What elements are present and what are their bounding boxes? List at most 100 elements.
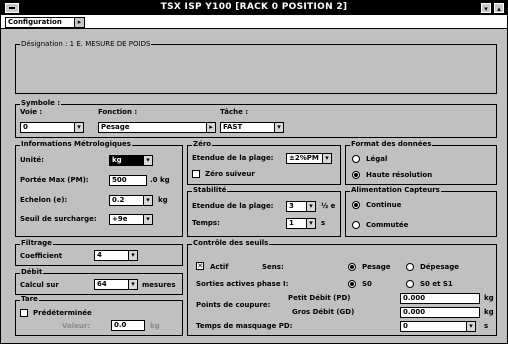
actif-checkbox[interactable]: ✕ [196, 262, 204, 270]
gros-debit-input[interactable]: 0.000 [400, 307, 480, 318]
fonction-select[interactable]: Pesage ▸ [98, 122, 216, 133]
gros-debit-label: Gros Débit (GD) [292, 308, 355, 316]
zero-etendue-select[interactable]: ±2%PM ▾ [286, 153, 332, 164]
metrologie-group: Informations Métrologiques Unité: kg ▾ P… [15, 140, 183, 237]
petit-debit-input[interactable]: 0.000 [400, 293, 480, 304]
commutee-label: Commutée [366, 221, 409, 229]
masquage-unit: s [484, 322, 489, 330]
menu-bar: Configuration ▸ [1, 15, 507, 29]
format-group: Format des données Légal Haute résolutio… [345, 140, 497, 185]
alimentation-group: Alimentation Capteurs Continue Commutée [345, 186, 497, 237]
haute-resolution-label: Haute résolution [366, 171, 433, 179]
sens-label: Sens: [262, 263, 284, 271]
chevron-down-icon: ▾ [128, 279, 138, 290]
stabilite-group: Stabilité Etendue de la plage: 3 ▾ ½ e T… [187, 186, 341, 237]
petit-debit-label: Petit Débit (PD) [288, 294, 351, 302]
tare-group: Tare Prédéterminée Valeur: 0.0 kg [15, 295, 183, 336]
chevron-down-icon: ▾ [322, 153, 332, 164]
echelon-label: Echelon (e): [20, 196, 68, 204]
echelon-unit: kg [158, 196, 168, 204]
debit-legend: Débit [20, 268, 44, 277]
calcul-select[interactable]: 64 ▾ [94, 279, 138, 290]
legal-radio[interactable] [352, 155, 360, 163]
masquage-select[interactable]: 0 ▾ [400, 321, 476, 332]
continue-radio[interactable] [352, 201, 360, 209]
zero-suiveur-checkbox[interactable] [192, 170, 200, 178]
predeterminee-label: Prédéterminée [33, 309, 92, 317]
points-coupure-label: Points de coupure: [196, 301, 271, 309]
legal-label: Légal [366, 155, 388, 163]
calcul-label: Calcul sur [20, 281, 59, 289]
voie-label: Voie : [20, 108, 43, 116]
format-legend: Format des données [350, 140, 433, 149]
s0s1-radio[interactable] [406, 280, 414, 288]
zero-etendue-label: Etendue de la plage: [192, 154, 274, 162]
temps-unit: s [321, 219, 326, 227]
metrologie-legend: Informations Métrologiques [20, 140, 132, 149]
pesage-radio[interactable] [348, 263, 356, 271]
continue-label: Continue [366, 201, 402, 209]
temps-label: Temps: [192, 219, 220, 227]
commutee-radio[interactable] [352, 221, 360, 229]
portee-input[interactable]: 500 [109, 175, 147, 186]
seuil-label: Seuil de surcharge: [20, 215, 97, 223]
stabilite-etendue-label: Etendue de la plage: [192, 202, 274, 210]
zero-etendue-value: ±2%PM [289, 154, 319, 162]
calcul-value: 64 [97, 280, 107, 288]
valeur-input[interactable]: 0.0 [111, 320, 145, 331]
coefficient-value: 4 [97, 251, 102, 259]
pesage-label: Pesage [362, 263, 391, 271]
maximize-icon[interactable]: ▴ [494, 3, 504, 13]
debit-group: Débit Calcul sur 64 ▾ mesures [15, 268, 183, 295]
chevron-down-icon: ▾ [143, 214, 153, 225]
petit-debit-unit: kg [484, 294, 494, 302]
s0-label: S0 [362, 280, 372, 288]
masquage-value: 0 [403, 322, 408, 330]
unite-select[interactable]: kg ▾ [109, 155, 153, 166]
depesage-radio[interactable] [406, 263, 414, 271]
chevron-down-icon: ▾ [466, 321, 476, 332]
configuration-menu[interactable]: Configuration ▸ [5, 17, 85, 28]
haute-resolution-radio[interactable] [352, 171, 360, 179]
seuil-value: +9e [112, 215, 128, 223]
calcul-unit: mesures [142, 281, 176, 289]
zero-group: Zéro Etendue de la plage: ±2%PM ▾ Zéro s… [187, 140, 341, 185]
temps-select[interactable]: 1 ▾ [286, 218, 316, 229]
masquage-label: Temps de masquage PD: [196, 322, 293, 330]
designation-label: Désignation : 1 E. MESURE DE POIDS [20, 40, 152, 49]
fonction-label: Fonction : [98, 108, 138, 116]
predeterminee-checkbox[interactable] [20, 309, 28, 317]
filtrage-legend: Filtrage [20, 239, 53, 248]
s0-radio[interactable] [348, 280, 356, 288]
seuil-select[interactable]: +9e ▾ [109, 214, 153, 225]
chevron-down-icon: ▾ [128, 250, 138, 261]
tache-label: Tâche : [220, 108, 249, 116]
unite-label: Unité: [20, 156, 44, 164]
coefficient-select[interactable]: 4 ▾ [94, 250, 138, 261]
portee-unit: .0 kg [150, 176, 170, 184]
chevron-down-icon: ▾ [143, 195, 153, 206]
window: TSX ISP Y100 [RACK 0 POSITION 2] ▾ ▴ Con… [0, 0, 508, 344]
portee-label: Portée Max (PM): [20, 176, 89, 184]
echelon-value: 0.2 [112, 196, 125, 204]
tache-select[interactable]: FAST ▾ [220, 122, 284, 133]
filtrage-group: Filtrage Coefficient 4 ▾ [15, 239, 183, 266]
seuils-legend: Contrôle des seuils [192, 239, 270, 248]
designation-box: Désignation : 1 E. MESURE DE POIDS [15, 40, 497, 94]
echelon-select[interactable]: 0.2 ▾ [109, 195, 153, 206]
chevron-down-icon: ▾ [306, 201, 316, 212]
chevron-down-icon: ▾ [306, 218, 316, 229]
configuration-label: Configuration [8, 18, 62, 26]
minimize-icon[interactable]: ▾ [481, 3, 491, 13]
temps-value: 1 [289, 219, 294, 227]
seuils-group: Contrôle des seuils ✕ Actif Sens: Pesage… [187, 239, 497, 336]
chevron-down-icon: ▾ [274, 122, 284, 133]
symbole-legend: Symbole : [20, 99, 62, 108]
voie-select[interactable]: 0 ▾ [20, 122, 84, 133]
stabilite-legend: Stabilité [192, 186, 228, 195]
stabilite-etendue-select[interactable]: 3 ▾ [286, 201, 316, 212]
voie-value: 0 [23, 123, 28, 131]
chevron-down-icon: ▾ [74, 122, 84, 133]
sorties-label: Sorties actives phase I: [196, 280, 289, 288]
title-bar: TSX ISP Y100 [RACK 0 POSITION 2] ▾ ▴ [1, 1, 507, 15]
